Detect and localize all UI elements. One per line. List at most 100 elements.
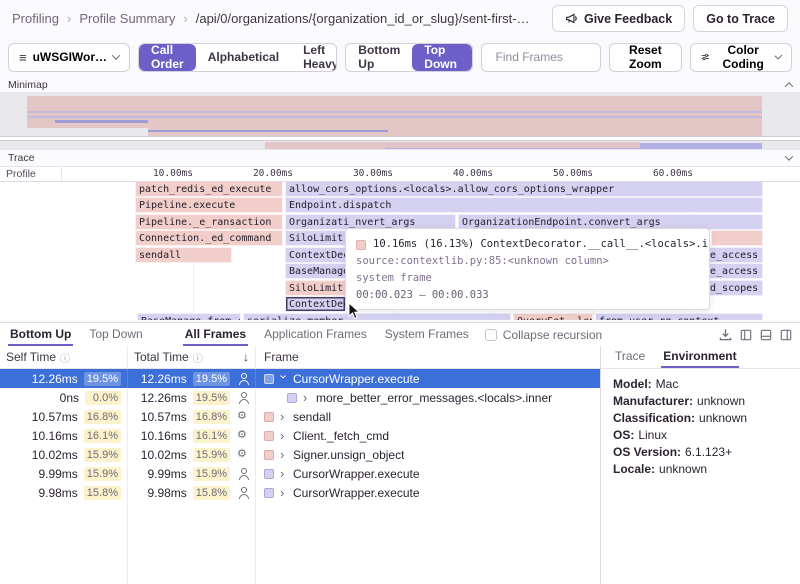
direction-top-down-button[interactable]: Top Down (412, 44, 471, 71)
sort-descending-icon[interactable]: ↓ (243, 350, 249, 364)
layout-right-panel-icon[interactable] (780, 329, 792, 341)
self-time-value: 0ns (60, 391, 79, 405)
flame-frame[interactable] (711, 230, 763, 246)
self-time-header[interactable]: Self Time ⓘ (0, 346, 128, 368)
expand-caret-icon[interactable] (278, 375, 291, 385)
flame-frame[interactable]: ContextDec_als>.i (285, 247, 346, 263)
tab-bottom-up[interactable]: Bottom Up (8, 323, 73, 346)
frame-color-swatch (264, 469, 274, 479)
table-row[interactable]: 9.98ms15.8% 9.98ms15.8% CursorWrapper.ex… (0, 483, 600, 502)
layout-bottom-panel-icon[interactable] (760, 329, 772, 341)
table-row[interactable]: 9.99ms15.9% 9.99ms15.9% CursorWrapper.ex… (0, 464, 600, 483)
flame-frame[interactable]: BaseManage_from_cache (137, 313, 241, 320)
top-header: Profiling › Profile Summary › /api/0/org… (0, 0, 800, 37)
env-os: OS:Linux (613, 427, 788, 444)
mouse-cursor (348, 302, 362, 320)
tab-system-frames[interactable]: System Frames (383, 323, 471, 346)
sort-left-heavy-button[interactable]: Left Heavy (291, 44, 337, 71)
give-feedback-button[interactable]: Give Feedback (552, 5, 685, 32)
self-pct-value: 15.9% (84, 467, 121, 481)
find-frames-search[interactable]: ⓘ (481, 43, 601, 72)
self-pct-value: 19.5% (84, 372, 121, 386)
direction-bottom-up-button[interactable]: Bottom Up (346, 44, 412, 71)
thread-list-icon: ≡ (19, 51, 27, 64)
reset-zoom-button[interactable]: Reset Zoom (609, 43, 683, 72)
bottom-tab-bar: Bottom Up Top Down All Frames Applicatio… (0, 323, 800, 346)
tooltip-frame-type: system frame (356, 270, 699, 287)
tab-trace[interactable]: Trace (613, 346, 647, 368)
flame-frame[interactable]: sendall (135, 247, 232, 263)
axis-tick: 10.00ms (153, 168, 193, 179)
flame-frame[interactable]: Connection._ed_command (135, 230, 283, 246)
breadcrumb: Profiling › Profile Summary › /api/0/org… (12, 11, 544, 26)
flame-frame[interactable]: Pipeline.execute (135, 197, 283, 213)
total-pct-value: 16.1% (193, 429, 230, 443)
thread-selector-dropdown[interactable]: ≡ uWSGIWor… (8, 43, 130, 72)
details-tab-bar: Trace Environment (601, 346, 800, 369)
minimap-viewport[interactable] (0, 136, 800, 141)
collapse-minimap-icon[interactable] (785, 82, 793, 90)
environment-fields: Model:Mac Manufacturer:unknown Classific… (601, 369, 800, 485)
total-time-label: Total Time (134, 350, 189, 364)
table-row[interactable]: 10.16ms16.1% 10.16ms16.1% Client._fetch_… (0, 426, 600, 445)
flame-frame[interactable]: SiloLimit._>.over (285, 280, 346, 296)
info-icon[interactable]: ⓘ (193, 350, 203, 365)
flame-frame[interactable]: patch_redis_ed_execute (135, 182, 283, 197)
breadcrumb-profile-summary[interactable]: Profile Summary (79, 11, 175, 26)
frame-name: Client._fetch_cmd (293, 429, 389, 443)
expand-caret-icon[interactable] (280, 410, 290, 423)
trace-section-title: Trace (8, 152, 34, 164)
expand-caret-icon[interactable] (280, 486, 290, 499)
collapse-recursion-checkbox[interactable] (485, 329, 497, 341)
breadcrumb-profiling[interactable]: Profiling (12, 11, 59, 26)
total-pct-value: 15.8% (193, 486, 230, 500)
application-frame-icon (236, 467, 249, 480)
flame-frame[interactable]: Endpoint.dispatch (285, 197, 763, 213)
go-to-trace-button[interactable]: Go to Trace (693, 5, 788, 32)
expand-caret-icon[interactable] (280, 467, 290, 480)
tab-top-down[interactable]: Top Down (87, 323, 144, 346)
table-row[interactable]: 12.26ms19.5% 12.26ms19.5% CursorWrapper.… (0, 369, 600, 388)
flame-frame[interactable]: serialize_member (243, 313, 511, 320)
info-icon[interactable]: ⓘ (60, 350, 70, 365)
table-row[interactable]: 0ns0.0% 12.26ms19.5% more_better_error_m… (0, 388, 600, 407)
flame-frame[interactable]: SiloLimit._>.over (285, 230, 346, 246)
sort-alphabetical-button[interactable]: Alphabetical (196, 44, 291, 71)
sort-call-order-button[interactable]: Call Order (139, 44, 196, 71)
bottom-body: Self Time ⓘ Total Time ⓘ ↓ Frame 12.26ms… (0, 346, 800, 584)
application-frame-icon (236, 486, 249, 499)
flamegraph-canvas[interactable]: patch_redis_ed_execute allow_cors_option… (0, 182, 800, 320)
flame-frame[interactable]: Pipeline._e_ransaction (135, 214, 283, 230)
minimap-canvas[interactable] (0, 92, 800, 149)
download-icon[interactable] (719, 328, 732, 341)
expand-caret-icon[interactable] (280, 429, 290, 442)
flame-frame[interactable]: QuerySet._len (513, 313, 593, 320)
tab-environment[interactable]: Environment (661, 346, 738, 368)
expand-caret-icon[interactable] (280, 448, 290, 461)
flame-frame[interactable]: BaseManage_from_c (285, 263, 346, 279)
flame-frame[interactable]: from_user_rq_context (595, 313, 763, 320)
expand-caret-icon[interactable] (303, 391, 313, 404)
table-row[interactable]: 10.02ms15.9% 10.02ms15.9% Signer.unsign_… (0, 445, 600, 464)
frame-label: Frame (264, 350, 299, 364)
tab-all-frames[interactable]: All Frames (183, 323, 248, 346)
total-time-value: 12.26ms (141, 391, 187, 405)
table-row[interactable]: 10.57ms16.8% 10.57ms16.8% sendall (0, 407, 600, 426)
collapse-trace-icon[interactable] (785, 152, 793, 160)
breadcrumb-transaction: /api/0/organizations/{organization_id_or… (196, 11, 530, 26)
layout-left-panel-icon[interactable] (740, 329, 752, 341)
flame-frame-selected[interactable]: ContextDec_als>.i (285, 296, 346, 312)
tab-application-frames[interactable]: Application Frames (262, 323, 369, 346)
flame-frame[interactable]: allow_cors_options.<locals>.allow_cors_o… (285, 182, 763, 197)
total-time-value: 10.57ms (141, 410, 187, 424)
axis-tick: 40.00ms (453, 168, 493, 179)
total-time-header[interactable]: Total Time ⓘ ↓ (128, 346, 256, 368)
megaphone-icon (565, 12, 578, 25)
frame-header[interactable]: Frame (256, 346, 600, 368)
frame-tooltip: 10.16ms (16.13%) ContextDecorator.__call… (345, 228, 710, 310)
color-coding-dropdown[interactable]: Color Coding (690, 43, 792, 72)
color-coding-label: Color Coding (716, 43, 771, 71)
minimap-header: Minimap (0, 77, 800, 92)
collapse-recursion-control[interactable]: Collapse recursion (485, 328, 602, 342)
frame-color-swatch (356, 240, 366, 250)
